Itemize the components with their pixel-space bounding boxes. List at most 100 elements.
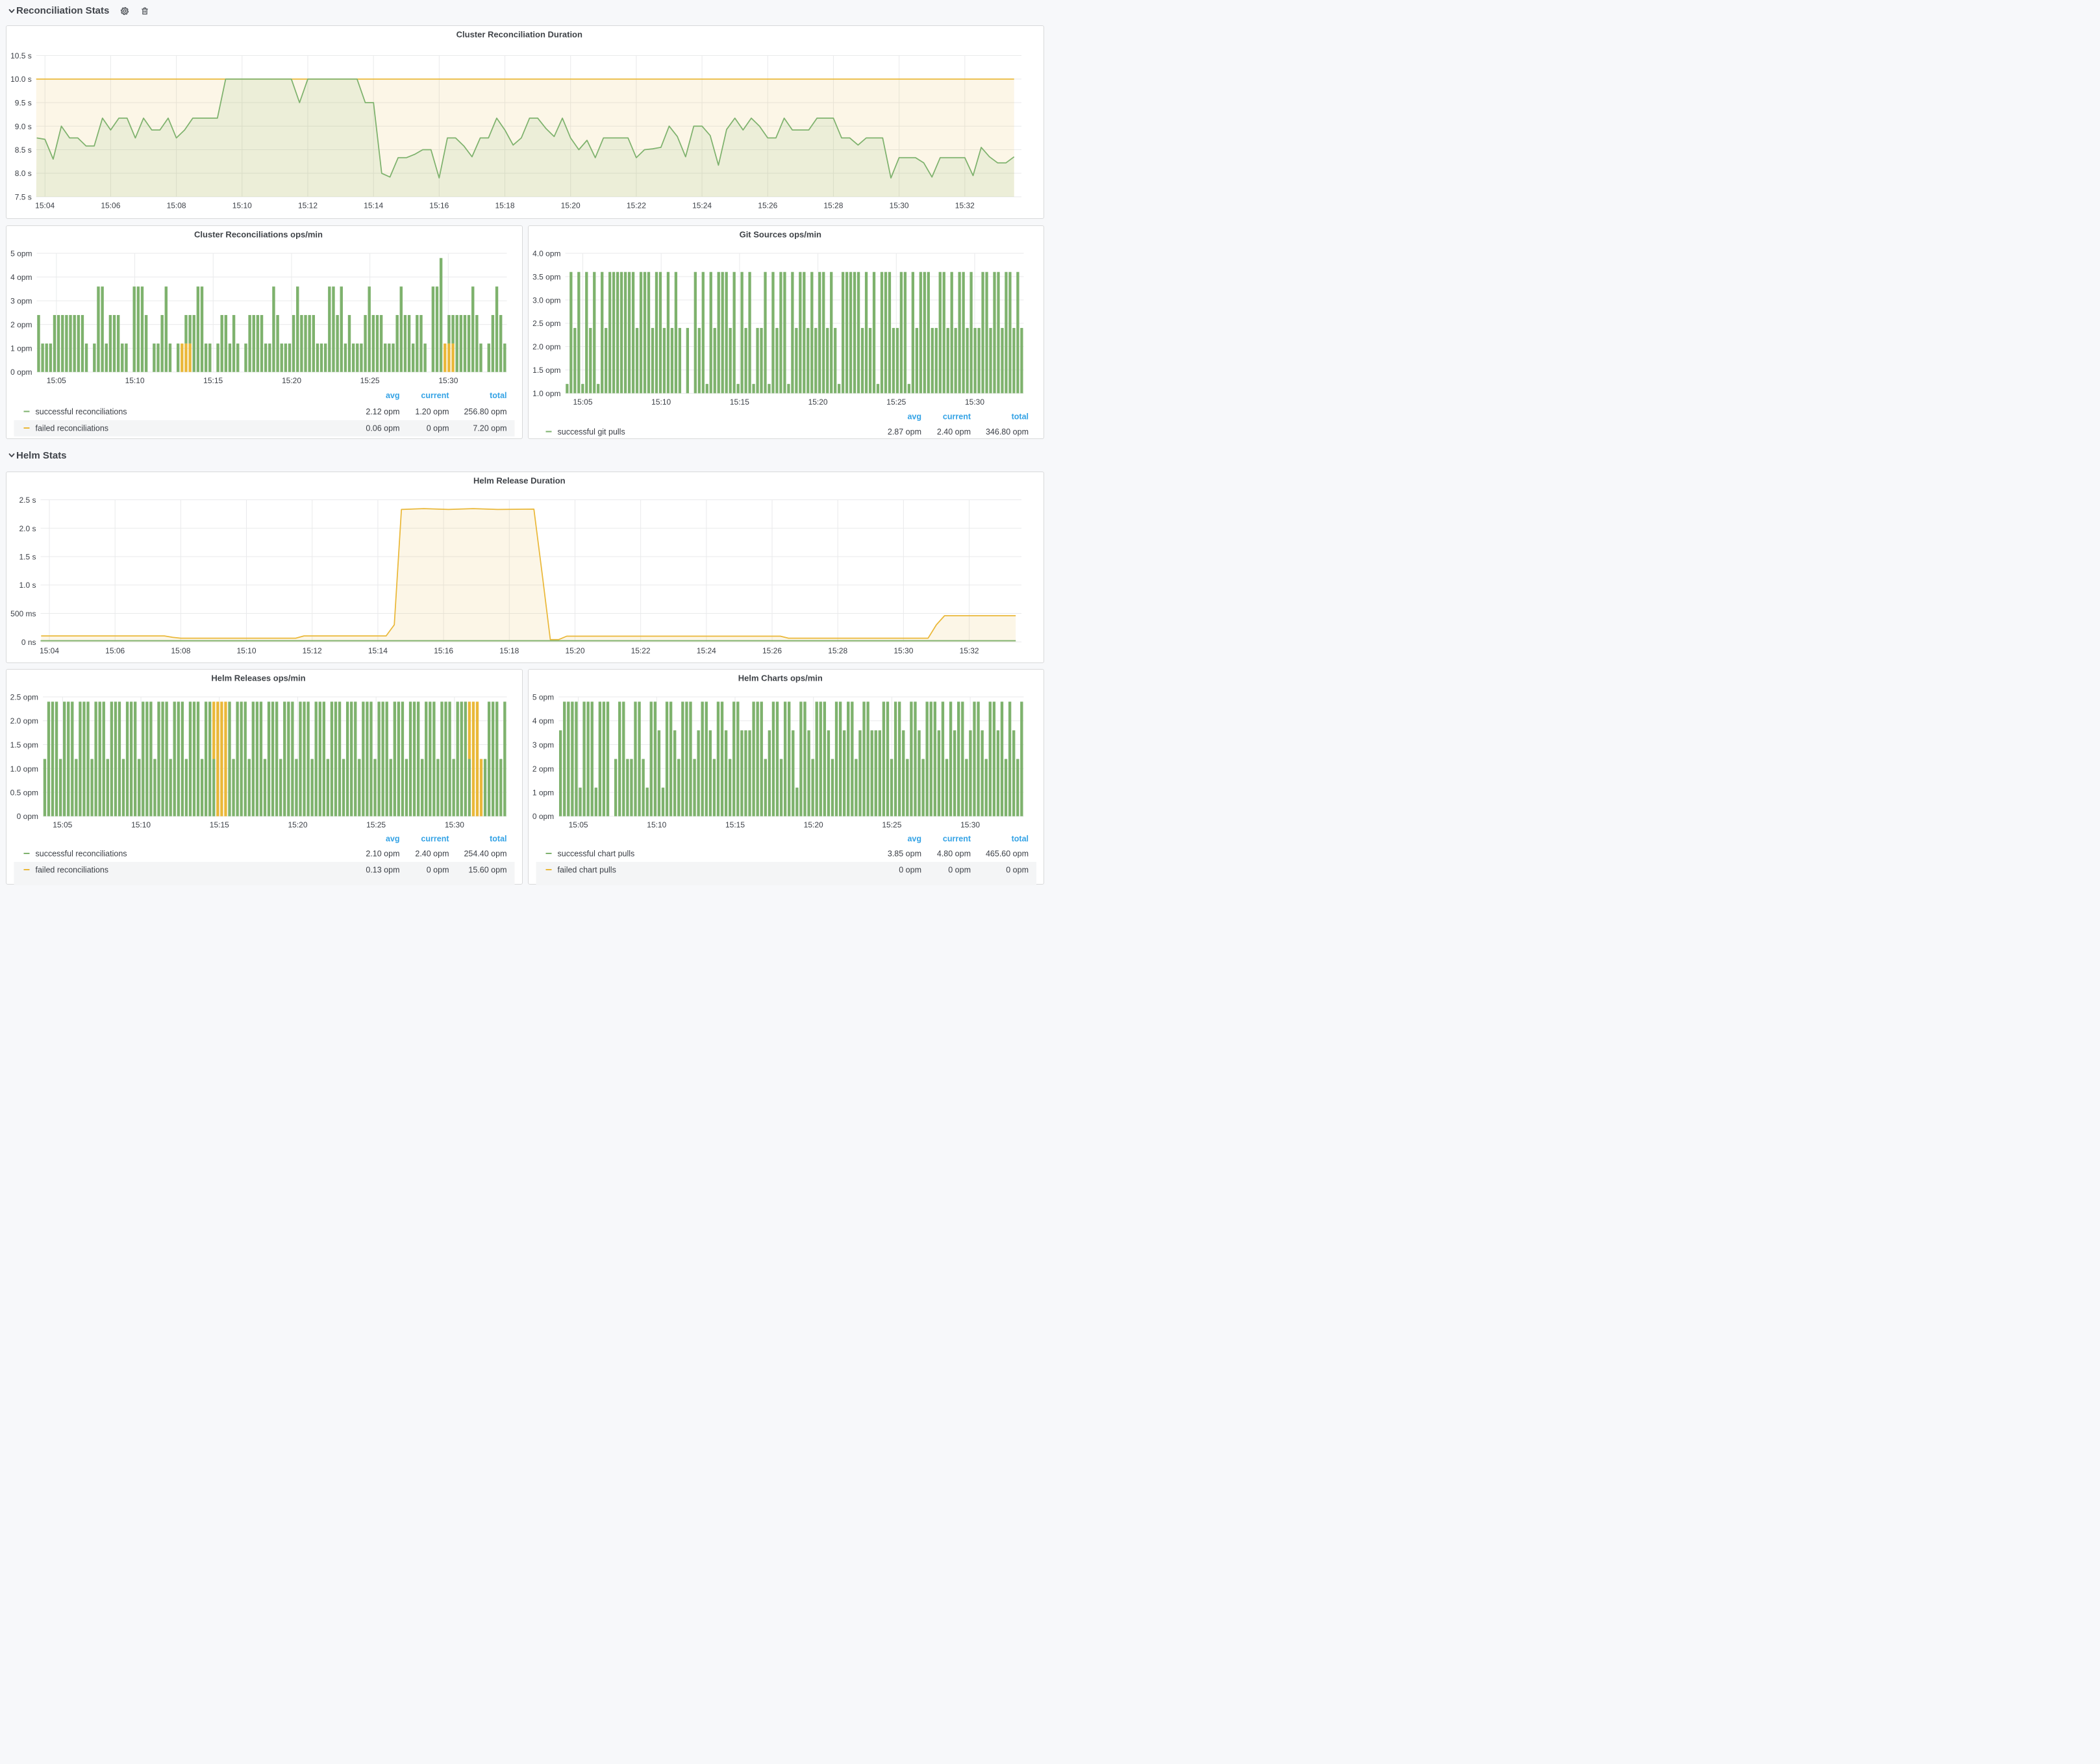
svg-text:254.40 opm: 254.40 opm — [464, 850, 506, 859]
svg-text:15:15: 15:15 — [209, 820, 229, 829]
svg-text:3.85 opm: 3.85 opm — [887, 850, 921, 859]
svg-text:9.0 s: 9.0 s — [14, 122, 31, 131]
svg-text:15:22: 15:22 — [626, 201, 645, 210]
svg-text:15:24: 15:24 — [696, 646, 716, 655]
svg-text:avg: avg — [385, 391, 399, 400]
svg-text:4 opm: 4 opm — [10, 273, 32, 282]
svg-text:0.13 opm: 0.13 opm — [366, 866, 399, 875]
svg-text:total: total — [490, 835, 506, 844]
svg-text:15:26: 15:26 — [758, 201, 777, 210]
svg-text:15:28: 15:28 — [828, 646, 847, 655]
svg-text:2.0 opm: 2.0 opm — [532, 342, 560, 351]
svg-text:4 opm: 4 opm — [532, 716, 553, 725]
svg-text:15:30: 15:30 — [894, 646, 913, 655]
svg-text:0 opm: 0 opm — [532, 812, 553, 821]
svg-text:10.5 s: 10.5 s — [10, 51, 32, 60]
svg-text:successful chart pulls: successful chart pulls — [557, 850, 634, 859]
svg-text:15:20: 15:20 — [803, 820, 823, 829]
svg-text:2.0 opm: 2.0 opm — [10, 716, 38, 725]
svg-text:1.5 s: 1.5 s — [19, 553, 36, 562]
svg-text:15:10: 15:10 — [236, 646, 256, 655]
svg-text:15:16: 15:16 — [429, 201, 449, 210]
svg-text:15:20: 15:20 — [288, 820, 307, 829]
svg-text:0 opm: 0 opm — [10, 368, 32, 377]
svg-text:15:10: 15:10 — [131, 820, 151, 829]
svg-text:current: current — [942, 835, 971, 844]
svg-text:3.0 opm: 3.0 opm — [532, 296, 560, 305]
svg-text:2.87 opm: 2.87 opm — [887, 427, 921, 436]
svg-text:Helm Releases ops/min: Helm Releases ops/min — [211, 674, 305, 683]
svg-text:3 opm: 3 opm — [10, 296, 32, 305]
svg-text:1.0 opm: 1.0 opm — [10, 764, 38, 774]
svg-text:2.40 opm: 2.40 opm — [415, 850, 449, 859]
svg-text:2.0 s: 2.0 s — [19, 524, 36, 533]
svg-text:15:30: 15:30 — [889, 201, 908, 210]
svg-text:5 opm: 5 opm — [10, 249, 32, 258]
svg-text:1.0 s: 1.0 s — [19, 581, 36, 590]
svg-text:4.0 opm: 4.0 opm — [532, 249, 560, 258]
svg-text:avg: avg — [907, 412, 921, 421]
svg-text:2.5 opm: 2.5 opm — [532, 319, 560, 328]
svg-text:15:28: 15:28 — [823, 201, 843, 210]
svg-text:15:26: 15:26 — [762, 646, 781, 655]
svg-text:500 ms: 500 ms — [10, 609, 36, 618]
svg-text:15:24: 15:24 — [692, 201, 712, 210]
svg-text:15:15: 15:15 — [725, 820, 744, 829]
svg-text:15:10: 15:10 — [647, 820, 666, 829]
svg-text:total: total — [490, 391, 506, 400]
svg-text:256.80 opm: 256.80 opm — [464, 407, 506, 416]
svg-text:failed reconciliations: failed reconciliations — [35, 423, 108, 433]
svg-text:15:16: 15:16 — [434, 646, 453, 655]
svg-text:total: total — [1011, 412, 1028, 421]
svg-text:15:14: 15:14 — [364, 201, 383, 210]
svg-text:2 opm: 2 opm — [10, 320, 32, 329]
svg-text:1.0 opm: 1.0 opm — [532, 389, 560, 398]
svg-text:15:18: 15:18 — [499, 646, 519, 655]
svg-text:current: current — [421, 391, 449, 400]
svg-text:15:08: 15:08 — [166, 201, 186, 210]
svg-text:9.5 s: 9.5 s — [14, 99, 31, 108]
svg-text:15:14: 15:14 — [368, 646, 387, 655]
svg-text:346.80 opm: 346.80 opm — [985, 427, 1028, 436]
svg-text:Git Sources ops/min: Git Sources ops/min — [739, 229, 821, 239]
svg-text:0 opm: 0 opm — [426, 423, 449, 433]
svg-text:15:06: 15:06 — [101, 201, 120, 210]
svg-text:1 opm: 1 opm — [532, 788, 553, 798]
svg-text:15:25: 15:25 — [360, 376, 379, 385]
svg-text:15:32: 15:32 — [955, 201, 974, 210]
svg-text:15:08: 15:08 — [171, 646, 190, 655]
svg-text:2.12 opm: 2.12 opm — [366, 407, 399, 416]
svg-text:15:20: 15:20 — [281, 376, 301, 385]
svg-text:15:05: 15:05 — [568, 820, 588, 829]
svg-text:2 opm: 2 opm — [532, 764, 553, 774]
svg-text:15:10: 15:10 — [651, 397, 671, 407]
svg-text:5 opm: 5 opm — [532, 693, 553, 702]
svg-text:15:18: 15:18 — [495, 201, 514, 210]
svg-text:465.60 opm: 465.60 opm — [985, 850, 1028, 859]
svg-text:avg: avg — [385, 835, 399, 844]
svg-text:7.5 s: 7.5 s — [14, 193, 31, 202]
svg-text:15:10: 15:10 — [232, 201, 251, 210]
svg-text:successful reconciliations: successful reconciliations — [35, 850, 127, 859]
svg-text:15:05: 15:05 — [46, 376, 66, 385]
svg-text:avg: avg — [907, 835, 921, 844]
svg-text:0 opm: 0 opm — [16, 812, 38, 821]
svg-text:4.80 opm: 4.80 opm — [936, 850, 970, 859]
svg-text:15:15: 15:15 — [729, 397, 749, 407]
svg-text:15:05: 15:05 — [573, 397, 592, 407]
svg-text:2.5 s: 2.5 s — [19, 496, 36, 505]
svg-text:0 opm: 0 opm — [1006, 866, 1029, 875]
svg-text:Helm Release Duration: Helm Release Duration — [473, 476, 565, 486]
svg-text:successful reconciliations: successful reconciliations — [35, 407, 127, 416]
svg-text:15:12: 15:12 — [302, 646, 321, 655]
svg-text:7.20 opm: 7.20 opm — [473, 423, 506, 433]
svg-text:0 opm: 0 opm — [948, 866, 971, 875]
svg-text:15:20: 15:20 — [808, 397, 827, 407]
svg-text:Cluster Reconciliations ops/mi: Cluster Reconciliations ops/min — [194, 229, 323, 239]
svg-text:15:30: 15:30 — [960, 820, 980, 829]
svg-text:2.40 opm: 2.40 opm — [936, 427, 970, 436]
svg-text:0.06 opm: 0.06 opm — [366, 423, 399, 433]
svg-text:8.5 s: 8.5 s — [14, 145, 31, 155]
svg-text:2.5 opm: 2.5 opm — [10, 693, 38, 702]
svg-text:15:25: 15:25 — [886, 397, 906, 407]
